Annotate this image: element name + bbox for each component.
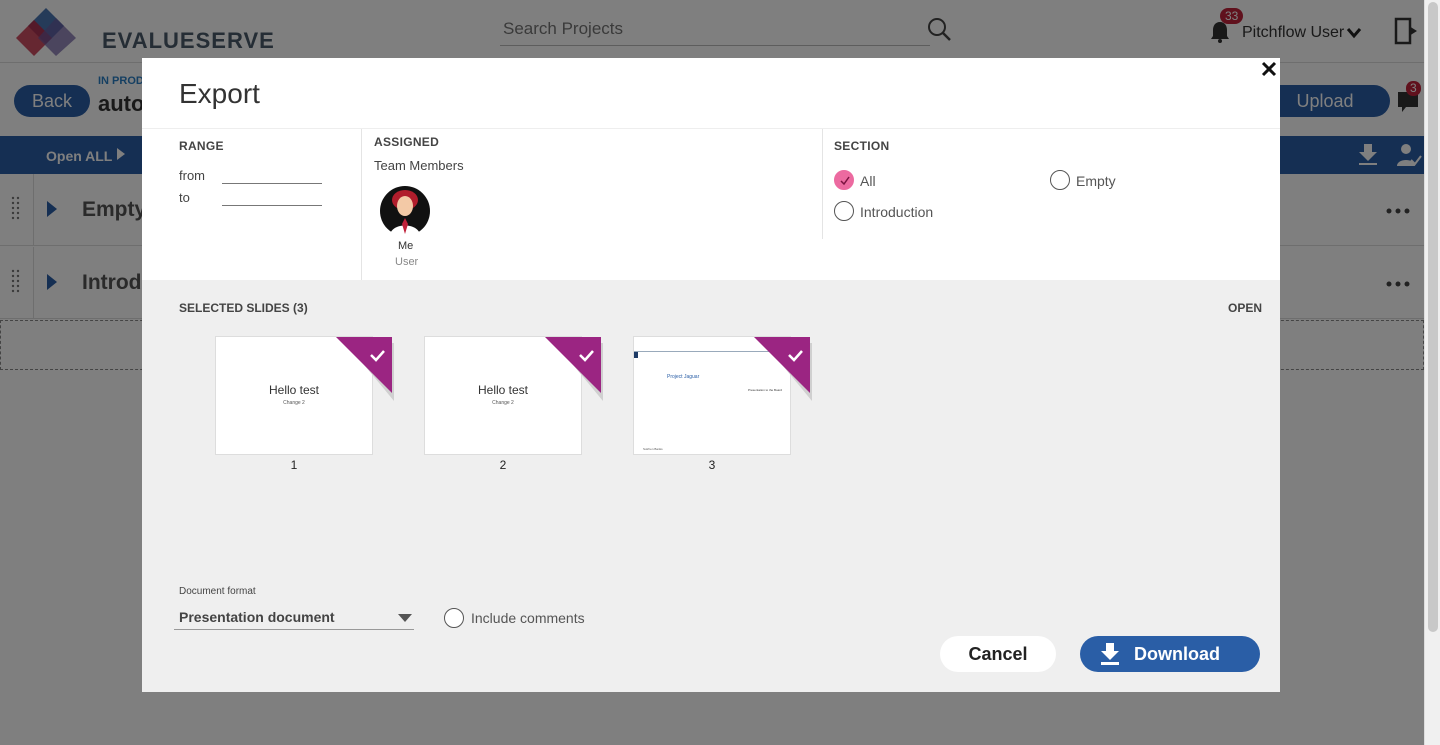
range-filter: RANGE from to [142, 129, 362, 281]
range-to-label: to [179, 190, 190, 205]
assigned-filter: ASSIGNED Team Members Me User [362, 129, 822, 281]
checkmark-icon [840, 176, 850, 186]
selected-check-icon[interactable] [336, 337, 394, 401]
download-button[interactable]: Download [1080, 636, 1260, 672]
range-heading: RANGE [179, 139, 224, 153]
range-to-input[interactable] [222, 205, 322, 206]
slide-footer: Sutrhen Banks [643, 447, 663, 451]
range-from-label: from [179, 168, 205, 183]
page-scrollbar[interactable] [1424, 0, 1440, 745]
slide-number: 2 [499, 458, 507, 472]
include-comments-label[interactable]: Include comments [471, 610, 585, 626]
section-heading: SECTION [834, 139, 890, 153]
selected-check-icon[interactable] [545, 337, 603, 401]
team-members-label: Team Members [374, 158, 464, 173]
member-name: Me [398, 240, 414, 252]
slide-number: 3 [708, 458, 716, 472]
open-button[interactable]: OPEN [1228, 301, 1262, 315]
document-format-select[interactable]: Presentation document [174, 602, 414, 630]
selected-slides-panel: SELECTED SLIDES (3) OPEN Hello test Chan… [142, 280, 1280, 692]
modal-title: Export [179, 78, 260, 109]
slide-thumbnail[interactable]: Hello test Change 2 2 [425, 337, 603, 477]
dropdown-caret-icon[interactable] [398, 614, 412, 622]
selected-check-icon[interactable] [754, 337, 812, 401]
close-icon[interactable] [1260, 60, 1278, 78]
scrollbar-thumb[interactable] [1428, 2, 1438, 632]
section-empty-radio[interactable] [1050, 170, 1070, 190]
export-modal: Export RANGE from to ASSIGNED Team Membe… [142, 58, 1280, 692]
slide-accent [634, 352, 638, 358]
export-filters: RANGE from to ASSIGNED Team Members Me U… [142, 128, 1280, 281]
section-introduction-radio[interactable] [834, 201, 854, 221]
avatar[interactable] [380, 186, 430, 236]
section-all-radio[interactable] [834, 170, 854, 190]
document-format-value: Presentation document [179, 609, 335, 625]
section-all-label[interactable]: All [860, 173, 876, 189]
download-icon [1101, 643, 1119, 665]
assigned-heading: ASSIGNED [374, 135, 440, 149]
include-comments-radio[interactable] [444, 608, 464, 628]
section-introduction-label[interactable]: Introduction [860, 204, 933, 220]
document-format-label: Document format [179, 586, 256, 597]
section-filter: SECTION All Empty Introduction [822, 129, 1280, 239]
slide-thumbnail[interactable]: Hello test Change 2 1 [216, 337, 394, 477]
cancel-button[interactable]: Cancel [940, 636, 1056, 672]
section-empty-label[interactable]: Empty [1076, 173, 1116, 189]
selected-slides-label: SELECTED SLIDES (3) [179, 301, 308, 315]
range-from-input[interactable] [222, 183, 322, 184]
slide-thumbnail[interactable]: Project Jaguar Presentation to the Board… [634, 337, 812, 477]
slide-title: Project Jaguar [667, 374, 700, 380]
download-label: Download [1134, 644, 1220, 664]
slide-number: 1 [290, 458, 298, 472]
member-role: User [395, 256, 419, 268]
